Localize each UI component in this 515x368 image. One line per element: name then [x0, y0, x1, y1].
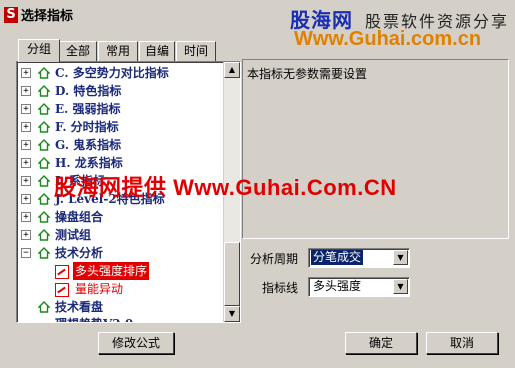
tab-group[interactable]: 分组	[18, 39, 60, 62]
description-text: 本指标无参数需要设置	[247, 67, 368, 81]
tree-node-label: 测试组	[55, 228, 92, 242]
tree-node[interactable]: + 测试组	[17, 226, 222, 244]
home-icon	[38, 175, 50, 187]
tree-leaf[interactable]: 量能异动	[17, 280, 222, 298]
ok-button[interactable]: 确定	[345, 332, 417, 354]
home-icon	[38, 67, 50, 79]
tab-time[interactable]: 时间	[176, 41, 216, 61]
tree-node[interactable]: + 操盘组合	[17, 208, 222, 226]
tab-all[interactable]: 全部	[59, 41, 97, 61]
tree-node-label: C. 多空势力对比指标	[55, 66, 169, 80]
period-value: 分笔成交	[311, 250, 364, 265]
line-label: 指标线	[262, 281, 299, 295]
scroll-up-icon[interactable]: ▲	[224, 62, 240, 78]
tree-node[interactable]: + D. 特色指标	[17, 82, 222, 100]
expand-icon[interactable]: +	[21, 122, 31, 132]
tree-node-label: F. 分时指标	[55, 120, 119, 134]
home-icon	[38, 103, 50, 115]
window-title: 选择指标	[21, 9, 74, 24]
tree-node-label: 操盘组合	[55, 210, 104, 224]
tree-node[interactable]: 技术看盘	[17, 298, 222, 316]
tab-custom[interactable]: 自编	[139, 41, 175, 61]
expand-icon[interactable]: +	[21, 176, 31, 186]
indicator-chart-icon	[55, 283, 69, 297]
tree-node-label: 技术分析	[55, 246, 104, 260]
tree-node[interactable]: + E. 强弱指标	[17, 100, 222, 118]
line-select[interactable]: 多头强度 ▼	[308, 277, 410, 297]
tree-node-label: 技术看盘	[55, 300, 104, 314]
expand-icon[interactable]: +	[21, 86, 31, 96]
scroll-thumb[interactable]	[224, 242, 240, 306]
tree-node[interactable]: − 技术分析	[17, 244, 222, 262]
home-icon	[38, 85, 50, 97]
expand-icon[interactable]: +	[21, 104, 31, 114]
home-icon	[38, 139, 50, 151]
tree-node-label: G. 鬼系指标	[55, 138, 122, 152]
tree-leaf-label: 量能异动	[75, 282, 124, 296]
tree-node-label: E. 强弱指标	[55, 102, 121, 116]
edit-formula-button[interactable]: 修改公式	[98, 332, 174, 354]
cancel-button[interactable]: 取消	[426, 332, 498, 354]
chevron-down-icon[interactable]: ▼	[393, 250, 408, 265]
expand-icon[interactable]: +	[21, 230, 31, 240]
tree-leaf-label: 多头强度排序	[73, 262, 150, 280]
tree-node[interactable]: + F. 分时指标	[17, 118, 222, 136]
expand-icon[interactable]: +	[21, 140, 31, 150]
tree-node[interactable]: 理想趋势V2.0	[17, 315, 222, 322]
line-value: 多头强度	[313, 279, 362, 293]
home-icon	[38, 229, 50, 241]
chevron-down-icon[interactable]: ▼	[393, 279, 408, 294]
watermark-overlay: 股海网提供 Www.Guhai.Com.CN	[54, 175, 397, 200]
period-select[interactable]: 分笔成交 ▼	[308, 248, 410, 268]
tree-leaf-selected[interactable]: 多头强度排序	[17, 262, 222, 280]
expand-icon[interactable]: +	[21, 194, 31, 204]
period-label: 分析周期	[250, 252, 299, 266]
scroll-down-icon[interactable]: ▼	[224, 306, 240, 322]
expand-icon[interactable]: +	[21, 158, 31, 168]
home-icon	[38, 247, 50, 259]
home-icon	[38, 121, 50, 133]
app-logo-icon: S	[4, 7, 18, 23]
tree-node[interactable]: + G. 鬼系指标	[17, 136, 222, 154]
home-icon	[38, 193, 50, 205]
expand-icon[interactable]: +	[21, 68, 31, 78]
tree-node[interactable]: + C. 多空势力对比指标	[17, 64, 222, 82]
collapse-icon[interactable]: −	[21, 248, 31, 258]
home-icon	[38, 301, 50, 313]
expand-icon[interactable]: +	[21, 212, 31, 222]
watermark-url: Www.Guhai.com.cn	[294, 28, 482, 50]
tab-common[interactable]: 常用	[98, 41, 138, 61]
home-icon	[38, 157, 50, 169]
indicator-chart-icon	[55, 265, 69, 279]
tree-node-label: 理想趋势V2.0	[55, 315, 133, 322]
description-panel: 本指标无参数需要设置	[242, 59, 509, 239]
tree-node-label: D. 特色指标	[55, 84, 122, 98]
home-icon	[38, 211, 50, 223]
